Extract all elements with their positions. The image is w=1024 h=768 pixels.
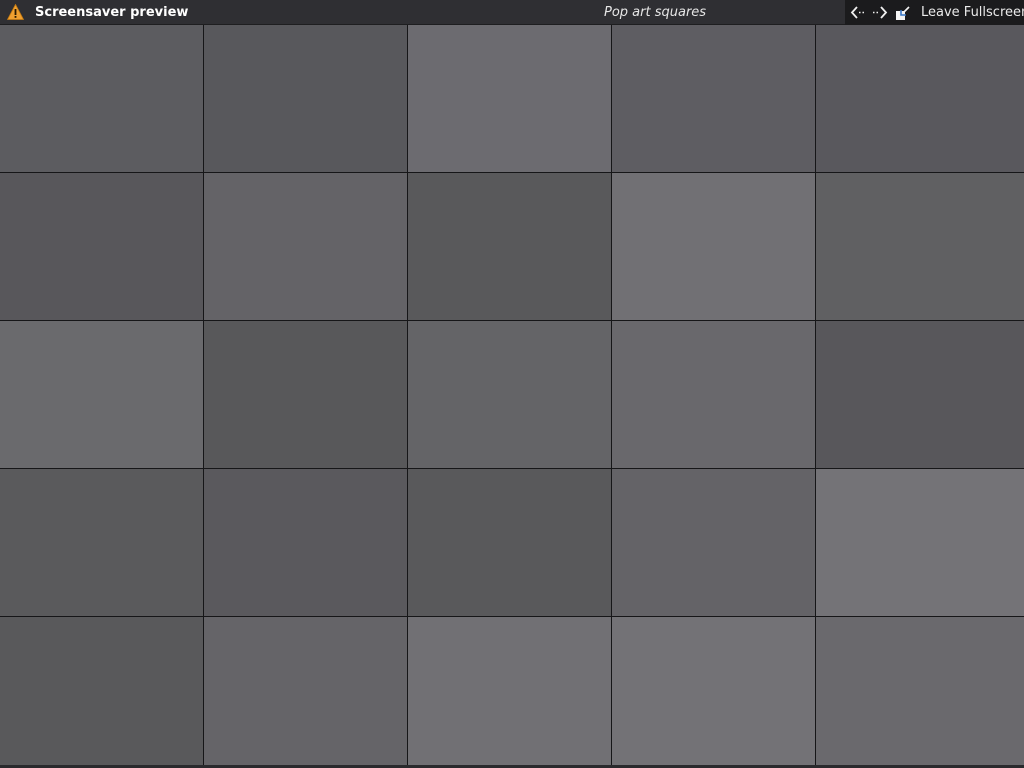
screensaver-tile: [816, 469, 1024, 616]
screensaver-tile: [0, 617, 203, 765]
screensaver-tile: [816, 25, 1024, 172]
screensaver-tile: [0, 469, 203, 616]
screensaver-tile: [204, 25, 407, 172]
screensaver-tile: [612, 617, 815, 765]
screensaver-tile: [204, 173, 407, 320]
screensaver-tile: [0, 173, 203, 320]
screensaver-tile: [612, 469, 815, 616]
leave-fullscreen-button[interactable]: Leave Fullscreen: [921, 5, 1024, 21]
fullscreen-controls: Leave Fullscreen: [845, 0, 1024, 25]
screensaver-tile: [204, 469, 407, 616]
screensaver-tile: [408, 617, 611, 765]
arrow-left-icon[interactable]: [847, 2, 868, 23]
screensaver-tile: [0, 25, 203, 172]
screensaver-preview-area: [0, 25, 1024, 765]
warning-icon: [7, 4, 24, 20]
window-title: Screensaver preview: [35, 5, 189, 20]
screensaver-tile: [816, 321, 1024, 468]
screensaver-tile: [612, 173, 815, 320]
screensaver-tile: [816, 173, 1024, 320]
screensaver-tile: [204, 321, 407, 468]
leave-fullscreen-icon[interactable]: [895, 5, 911, 21]
screensaver-tile: [612, 25, 815, 172]
screensaver-tile: [204, 617, 407, 765]
screensaver-tile: [816, 617, 1024, 765]
title-bar: Screensaver preview Pop art squares Leav…: [0, 0, 1024, 25]
screensaver-tile: [408, 25, 611, 172]
screensaver-tile: [408, 173, 611, 320]
screensaver-name: Pop art squares: [604, 5, 707, 20]
screensaver-tile: [0, 321, 203, 468]
screensaver-tile: [408, 321, 611, 468]
arrow-right-icon[interactable]: [870, 2, 891, 23]
screensaver-tile: [408, 469, 611, 616]
screensaver-tile: [612, 321, 815, 468]
